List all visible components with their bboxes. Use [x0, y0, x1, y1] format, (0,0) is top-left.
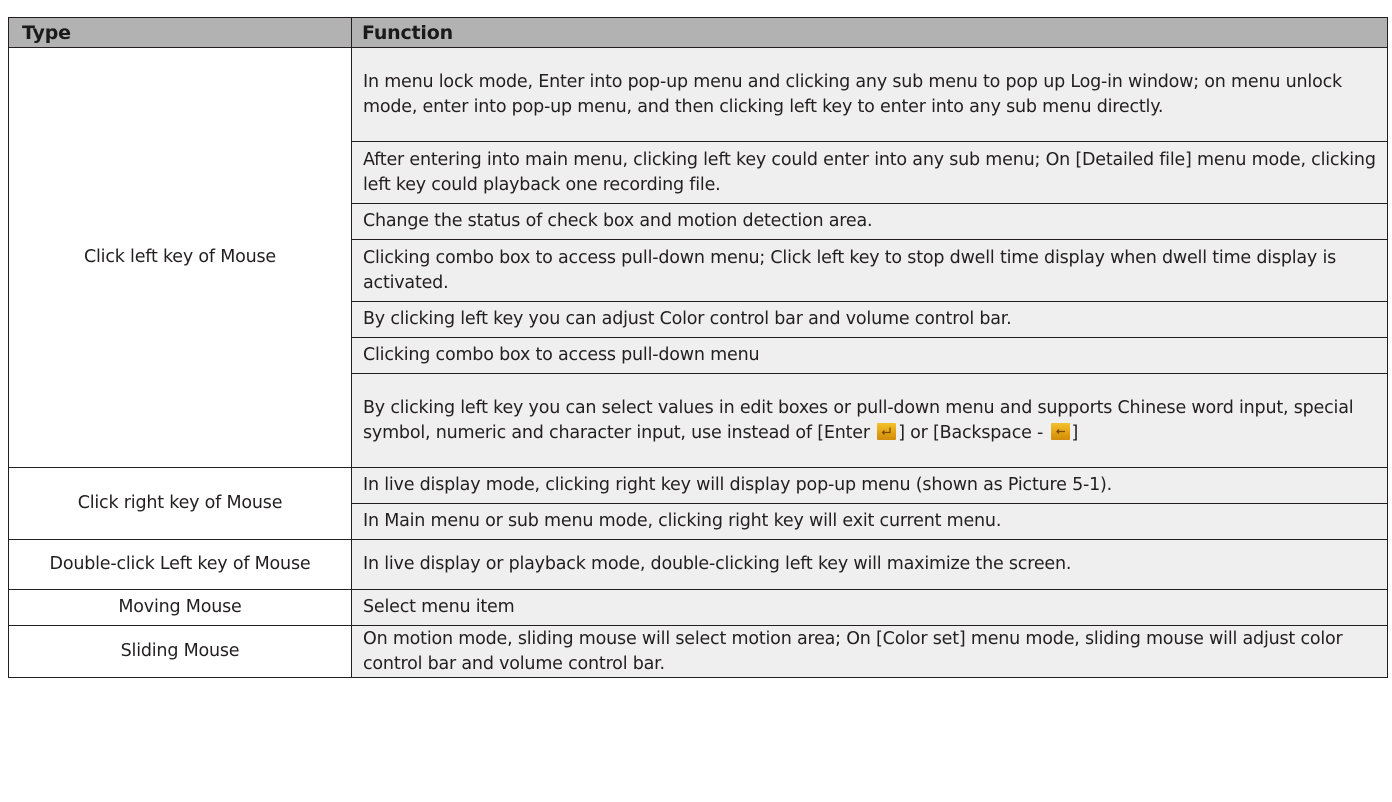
- enter-key-icon: [877, 422, 897, 440]
- function-cell: Clicking combo box to access pull-down m…: [351, 239, 1388, 302]
- header-row: Type Function: [8, 17, 1388, 48]
- function-cell: Select menu item: [351, 589, 1388, 626]
- table-row: Sliding Mouse On motion mode, sliding mo…: [8, 625, 1388, 678]
- function-cell: After entering into main menu, clicking …: [351, 141, 1388, 204]
- table-row: Click right key of Mouse In live display…: [8, 467, 1388, 540]
- type-cell-left-click: Click left key of Mouse: [8, 47, 352, 468]
- type-cell-sliding: Sliding Mouse: [8, 625, 352, 678]
- function-text-part-b: ] or [Backspace -: [898, 422, 1049, 443]
- function-text-part-c: ]: [1071, 422, 1079, 443]
- type-column-header: Type: [8, 17, 352, 48]
- backspace-arrow-glyph: [1055, 428, 1065, 434]
- function-cell: Clicking combo box to access pull-down m…: [351, 337, 1388, 374]
- function-cell: In live display mode, clicking right key…: [351, 467, 1388, 504]
- mouse-operations-table: Type Function Click left key of Mouse In…: [8, 17, 1388, 678]
- table-row: Double-click Left key of Mouse In live d…: [8, 539, 1388, 590]
- table-header: Type Function: [8, 17, 1388, 48]
- type-cell-right-click: Click right key of Mouse: [8, 467, 352, 540]
- function-cell: In Main menu or sub menu mode, clicking …: [351, 503, 1388, 540]
- function-cell: Change the status of check box and motio…: [351, 203, 1388, 240]
- enter-arrow-glyph: [881, 427, 891, 435]
- function-cell: In menu lock mode, Enter into pop-up men…: [351, 47, 1388, 142]
- backspace-key-icon: [1050, 422, 1070, 440]
- function-cell: On motion mode, sliding mouse will selec…: [351, 625, 1388, 678]
- table-body: Click left key of Mouse In menu lock mod…: [8, 47, 1388, 678]
- function-column-header: Function: [351, 17, 1388, 48]
- function-cell: By clicking left key you can adjust Colo…: [351, 301, 1388, 338]
- function-text-part-a: By clicking left key you can select valu…: [363, 397, 1354, 443]
- type-cell-double-click: Double-click Left key of Mouse: [8, 539, 352, 590]
- table-row: Moving Mouse Select menu item: [8, 589, 1388, 626]
- function-cell: In live display or playback mode, double…: [351, 539, 1388, 590]
- function-cell-with-icons: By clicking left key you can select valu…: [351, 373, 1388, 468]
- type-cell-moving: Moving Mouse: [8, 589, 352, 626]
- table-row: Click left key of Mouse In menu lock mod…: [8, 47, 1388, 468]
